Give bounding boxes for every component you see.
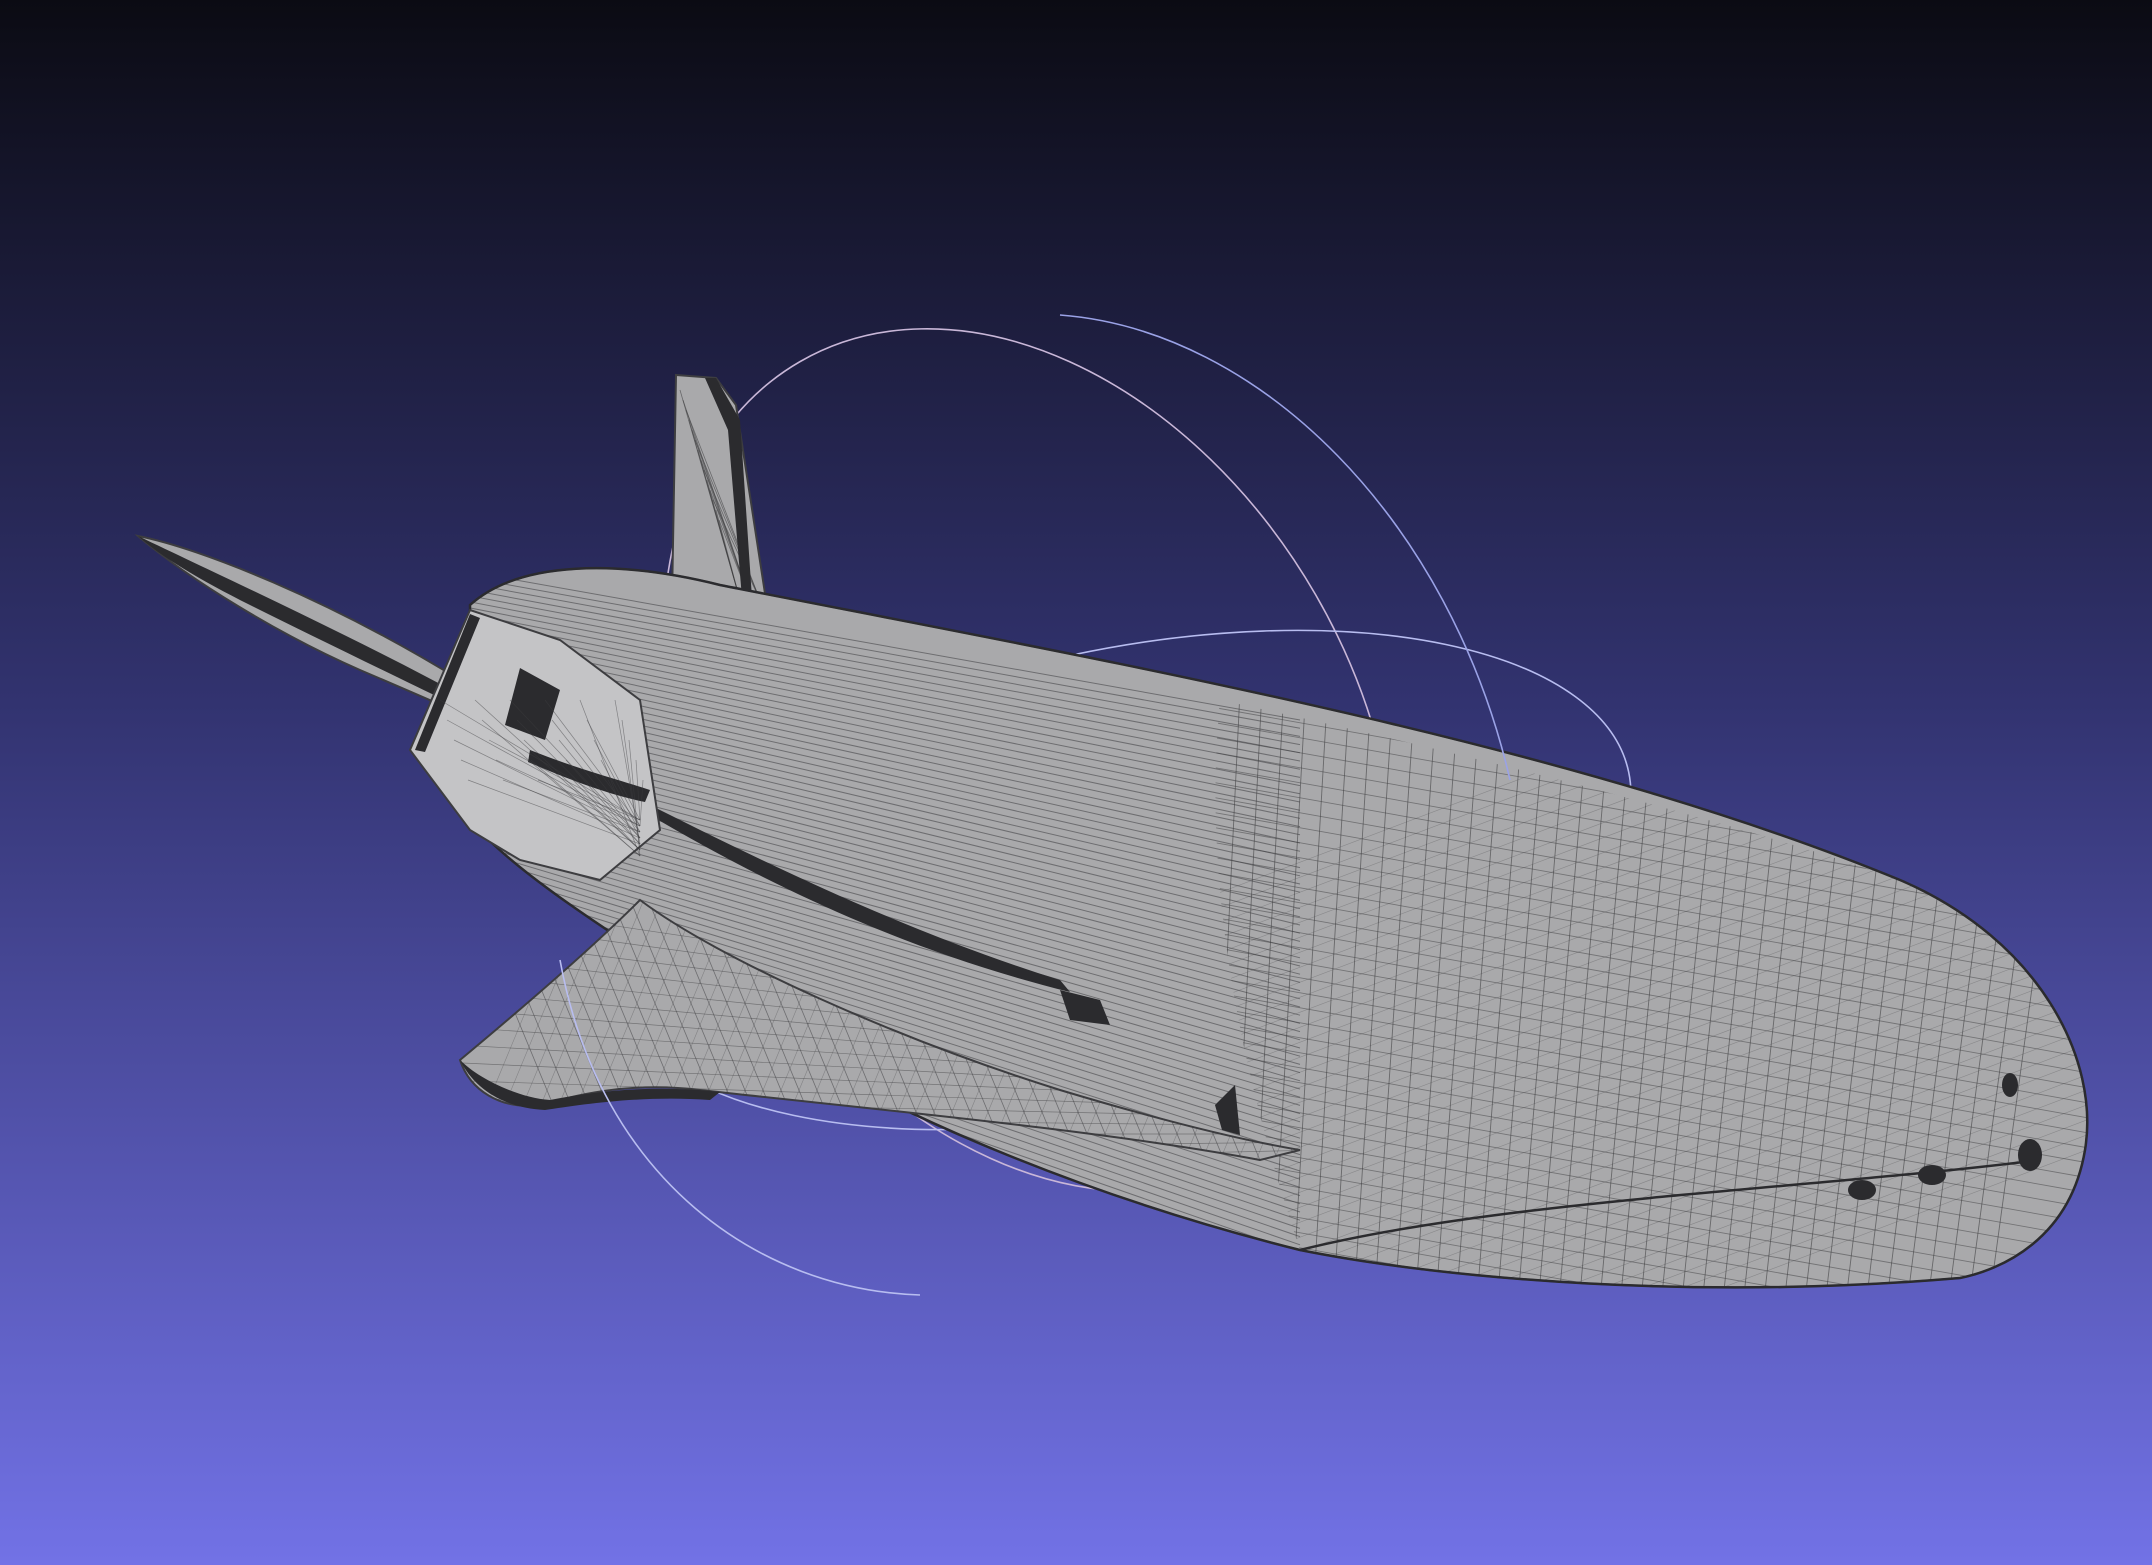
3d-viewport[interactable] bbox=[0, 0, 2152, 1565]
mesh-render[interactable] bbox=[0, 0, 2152, 1565]
